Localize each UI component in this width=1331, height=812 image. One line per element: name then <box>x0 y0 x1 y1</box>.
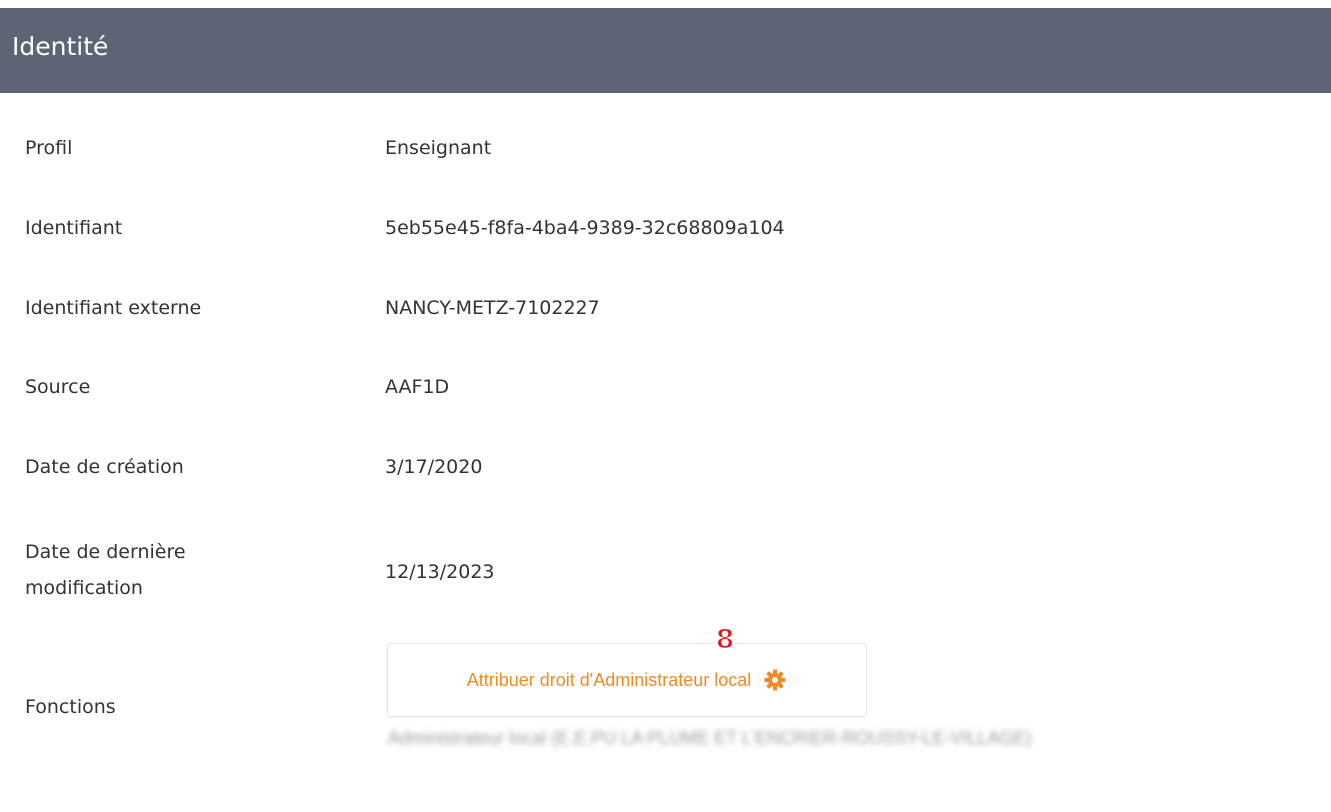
identifiant-value: 5eb55e45-f8fa-4ba4-9389-32c68809a104 <box>385 217 785 239</box>
function-assignment-text: Administrateur local (E.E.PU LA PLUME ET… <box>388 728 1032 748</box>
step-number-annotation: 8 <box>715 623 735 656</box>
identifiant-externe-label: Identifiant externe <box>25 297 202 319</box>
identifiant-label: Identifiant <box>25 217 123 239</box>
assign-local-admin-button[interactable]: Attribuer droit d'Administrateur local <box>387 643 867 717</box>
date-creation-label: Date de création <box>25 456 184 478</box>
panel-title: Identité <box>12 32 109 61</box>
assign-local-admin-label: Attribuer droit d'Administrateur local <box>466 669 752 690</box>
profil-value: Enseignant <box>385 137 492 159</box>
date-modification-label: Date de dernière modification <box>25 534 186 606</box>
date-modification-label-line1: Date de dernière <box>25 541 186 563</box>
source-label: Source <box>25 376 91 398</box>
profil-label: Profil <box>25 137 73 159</box>
source-value: AAF1D <box>385 376 450 398</box>
panel-header: Identité <box>0 8 1331 93</box>
date-modification-label-line2: modification <box>25 577 143 599</box>
identifiant-externe-value: NANCY-METZ-7102227 <box>385 297 600 319</box>
fonctions-label: Fonctions <box>25 696 116 718</box>
date-modification-value: 12/13/2023 <box>385 561 495 583</box>
gear-icon <box>764 669 786 691</box>
date-creation-value: 3/17/2020 <box>385 456 483 478</box>
